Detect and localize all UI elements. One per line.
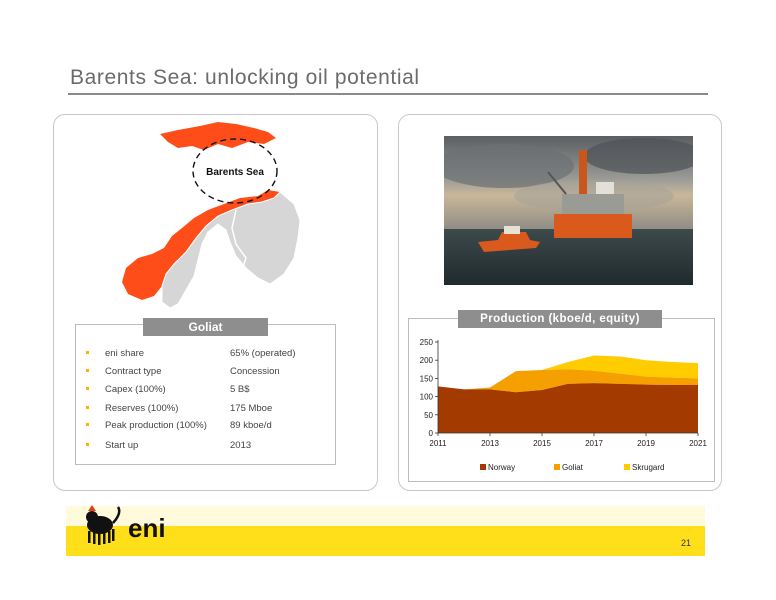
production-chart: 0 50 100 150 200 250 2011 2013 2015 2017 2019 2021 N… bbox=[420, 338, 708, 472]
row-label: Contract type bbox=[105, 366, 162, 377]
page-number: 21 bbox=[681, 538, 692, 548]
eni-wordmark: eni bbox=[128, 513, 166, 543]
row-label: Capex (100%) bbox=[105, 384, 166, 395]
platform-hull bbox=[554, 214, 632, 238]
y-tick-label: 100 bbox=[420, 393, 434, 402]
row-value: 5 B$ bbox=[230, 384, 250, 395]
y-tick-label: 0 bbox=[429, 429, 434, 438]
barents-sea-label: Barents Sea bbox=[206, 167, 264, 178]
y-tick-label: 250 bbox=[420, 338, 434, 347]
platform-tower bbox=[579, 150, 587, 194]
bullet-icon bbox=[86, 351, 89, 354]
bullet-icon bbox=[86, 443, 89, 446]
title-divider bbox=[68, 93, 708, 95]
row-value: 2013 bbox=[230, 440, 252, 451]
row-label: Reserves (100%) bbox=[105, 403, 179, 414]
bullet-icon bbox=[86, 387, 89, 390]
row-label: eni share bbox=[105, 348, 145, 359]
x-tick-label: 2017 bbox=[585, 439, 603, 448]
eni-logo: eni bbox=[86, 505, 166, 545]
platform-deck bbox=[562, 194, 624, 214]
scandinavia-map: Barents Sea bbox=[122, 122, 301, 309]
legend-swatch-goliat bbox=[554, 464, 560, 470]
legend-label-norway: Norway bbox=[488, 463, 515, 472]
row-label: Start up bbox=[105, 440, 139, 451]
platform-block bbox=[596, 182, 614, 194]
y-tick-label: 50 bbox=[424, 411, 433, 420]
norway-shape bbox=[160, 122, 276, 150]
x-tick-label: 2021 bbox=[689, 439, 707, 448]
row-value: 65% (operated) bbox=[230, 348, 296, 359]
x-tick-label: 2013 bbox=[481, 439, 499, 448]
y-tick-label: 150 bbox=[420, 374, 434, 383]
y-tick-label: 200 bbox=[420, 356, 434, 365]
legend-label-skrugard: Skrugard bbox=[632, 463, 664, 472]
six-legged-dog-icon bbox=[86, 505, 121, 545]
legend-label-goliat: Goliat bbox=[562, 463, 584, 472]
bullet-icon bbox=[86, 406, 89, 409]
area-norway bbox=[438, 383, 698, 433]
vessel-bridge bbox=[504, 226, 520, 234]
goliat-heading: Goliat bbox=[143, 318, 268, 336]
row-value: 175 Mboe bbox=[230, 403, 273, 414]
row-value: 89 kboe/d bbox=[230, 420, 272, 431]
bullet-icon bbox=[86, 369, 89, 372]
row-value: Concession bbox=[230, 366, 280, 377]
legend-swatch-norway bbox=[480, 464, 486, 470]
x-tick-label: 2019 bbox=[637, 439, 655, 448]
x-tick-label: 2011 bbox=[429, 439, 447, 448]
bullet-icon bbox=[86, 423, 89, 426]
x-tick-label: 2015 bbox=[533, 439, 551, 448]
row-label: Peak production (100%) bbox=[105, 420, 207, 431]
offshore-platform-photo bbox=[444, 136, 693, 285]
legend-swatch-skrugard bbox=[624, 464, 630, 470]
production-chart-title: Production (kboe/d, equity) bbox=[458, 310, 662, 328]
page-title: Barents Sea: unlocking oil potential bbox=[70, 66, 420, 89]
